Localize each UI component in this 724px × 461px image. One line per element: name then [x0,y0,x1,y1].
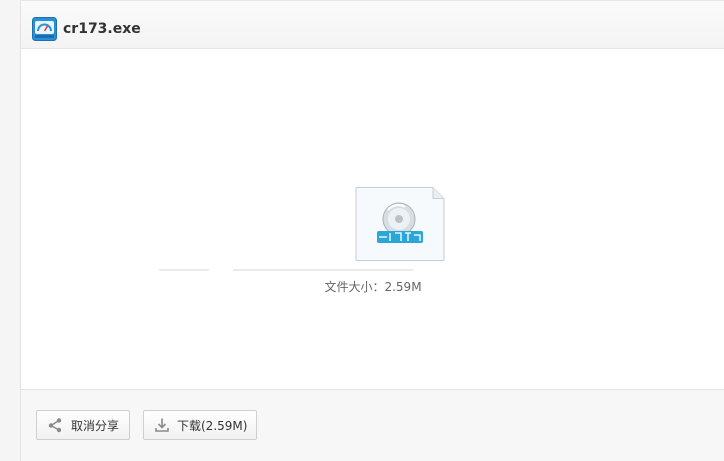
file-size-label: 文件大小： [324,280,385,294]
share-icon [48,418,62,433]
file-preview-area: 文件大小：2.59M [21,49,724,389]
cancel-share-label: 取消分享 [71,419,120,433]
header-bar: cr173.exe [21,0,724,49]
download-icon [155,418,169,432]
download-button[interactable]: 下载(2.59M) [143,410,257,440]
cancel-share-button[interactable]: 取消分享 [36,410,130,440]
divider [159,269,209,271]
file-size-value: 2.59M [384,280,422,294]
divider [233,269,413,271]
file-share-panel: cr173.exe 文件大小：2.59M 取消分享 下载(2.59M) [20,0,724,461]
exe-disc-icon [355,187,445,261]
action-bar: 取消分享 下载(2.59M) [21,389,724,461]
app-icon [32,17,57,41]
download-label: 下载(2.59M) [177,419,248,433]
file-size-text: 文件大小：2.59M [21,279,724,295]
page-title: cr173.exe [63,21,141,37]
